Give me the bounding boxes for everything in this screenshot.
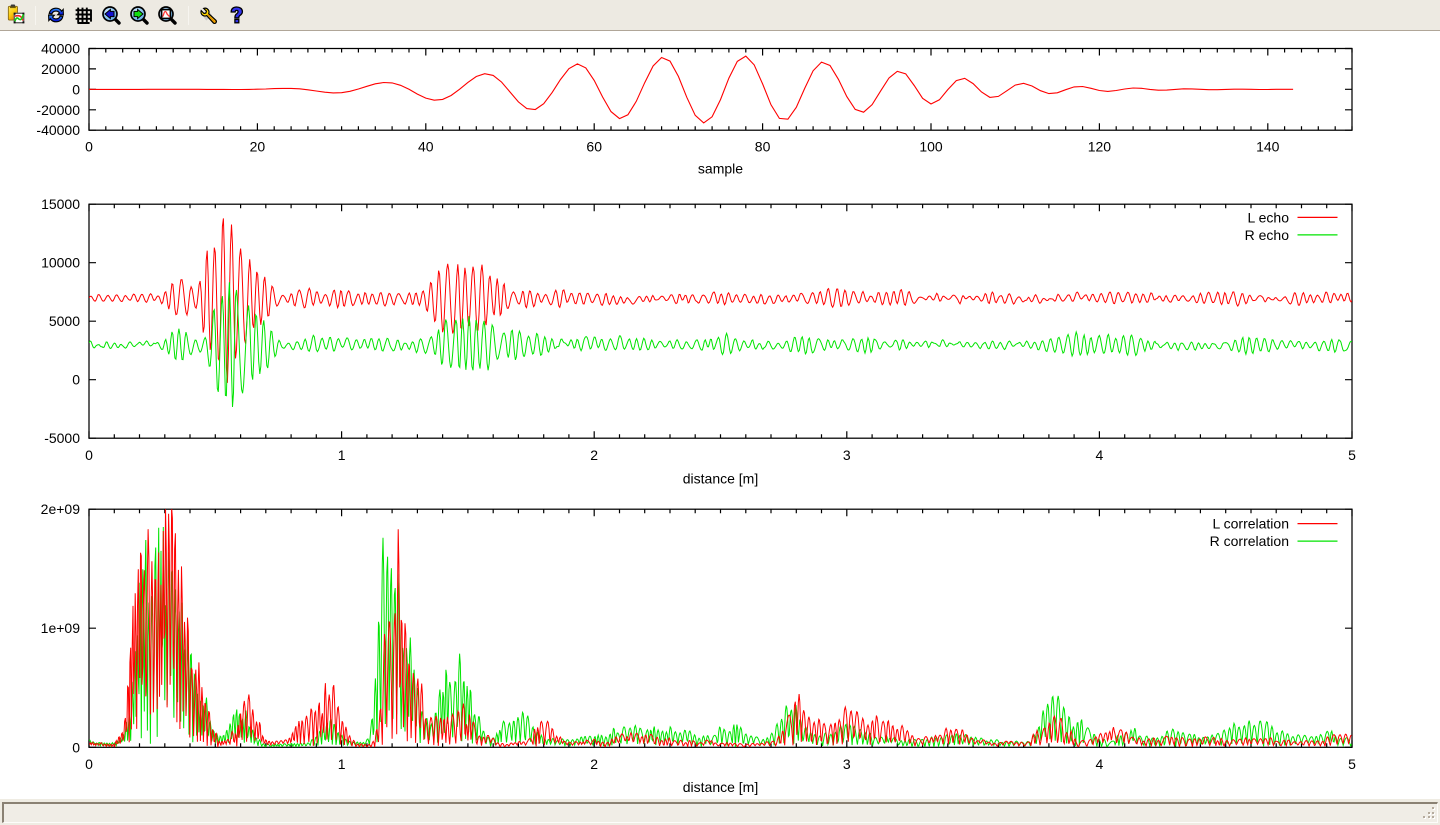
svg-text:0: 0	[72, 372, 80, 388]
svg-text:60: 60	[586, 139, 602, 155]
svg-text:1: 1	[338, 756, 346, 772]
svg-text:distance [m]: distance [m]	[683, 470, 758, 486]
svg-text:0: 0	[85, 447, 93, 463]
svg-text:20: 20	[250, 139, 266, 155]
svg-text:80: 80	[755, 139, 771, 155]
svg-text:L correlation: L correlation	[1212, 516, 1289, 532]
svg-text:15000: 15000	[41, 196, 80, 212]
svg-text:R echo: R echo	[1245, 227, 1290, 243]
svg-text:3: 3	[843, 447, 851, 463]
svg-text:100: 100	[919, 139, 943, 155]
svg-text:5: 5	[1348, 447, 1356, 463]
svg-text:2: 2	[590, 447, 598, 463]
svg-text:L echo: L echo	[1247, 210, 1289, 226]
svg-text:140: 140	[1256, 139, 1280, 155]
svg-text:40000: 40000	[41, 41, 80, 57]
svg-text:10000: 10000	[41, 255, 80, 271]
svg-text:4: 4	[1096, 447, 1104, 463]
svg-text:4: 4	[1096, 756, 1104, 772]
svg-text:1e+09: 1e+09	[41, 620, 81, 636]
svg-text:2: 2	[590, 756, 598, 772]
svg-text:sample: sample	[698, 161, 743, 177]
svg-text:-5000: -5000	[44, 430, 80, 446]
svg-text:distance [m]: distance [m]	[683, 779, 758, 795]
svg-text:120: 120	[1088, 139, 1112, 155]
svg-text:R correlation: R correlation	[1210, 533, 1289, 549]
svg-text:0: 0	[72, 81, 80, 97]
svg-text:3: 3	[843, 756, 851, 772]
svg-text:5: 5	[1348, 756, 1356, 772]
svg-text:20000: 20000	[41, 61, 80, 77]
svg-text:0: 0	[72, 739, 80, 755]
svg-text:-40000: -40000	[36, 122, 80, 138]
svg-text:0: 0	[85, 139, 93, 155]
svg-text:5000: 5000	[49, 313, 80, 329]
svg-text:1: 1	[338, 447, 346, 463]
svg-text:2e+09: 2e+09	[41, 501, 81, 517]
svg-text:0: 0	[85, 756, 93, 772]
svg-text:40: 40	[418, 139, 434, 155]
svg-text:-20000: -20000	[36, 102, 80, 118]
